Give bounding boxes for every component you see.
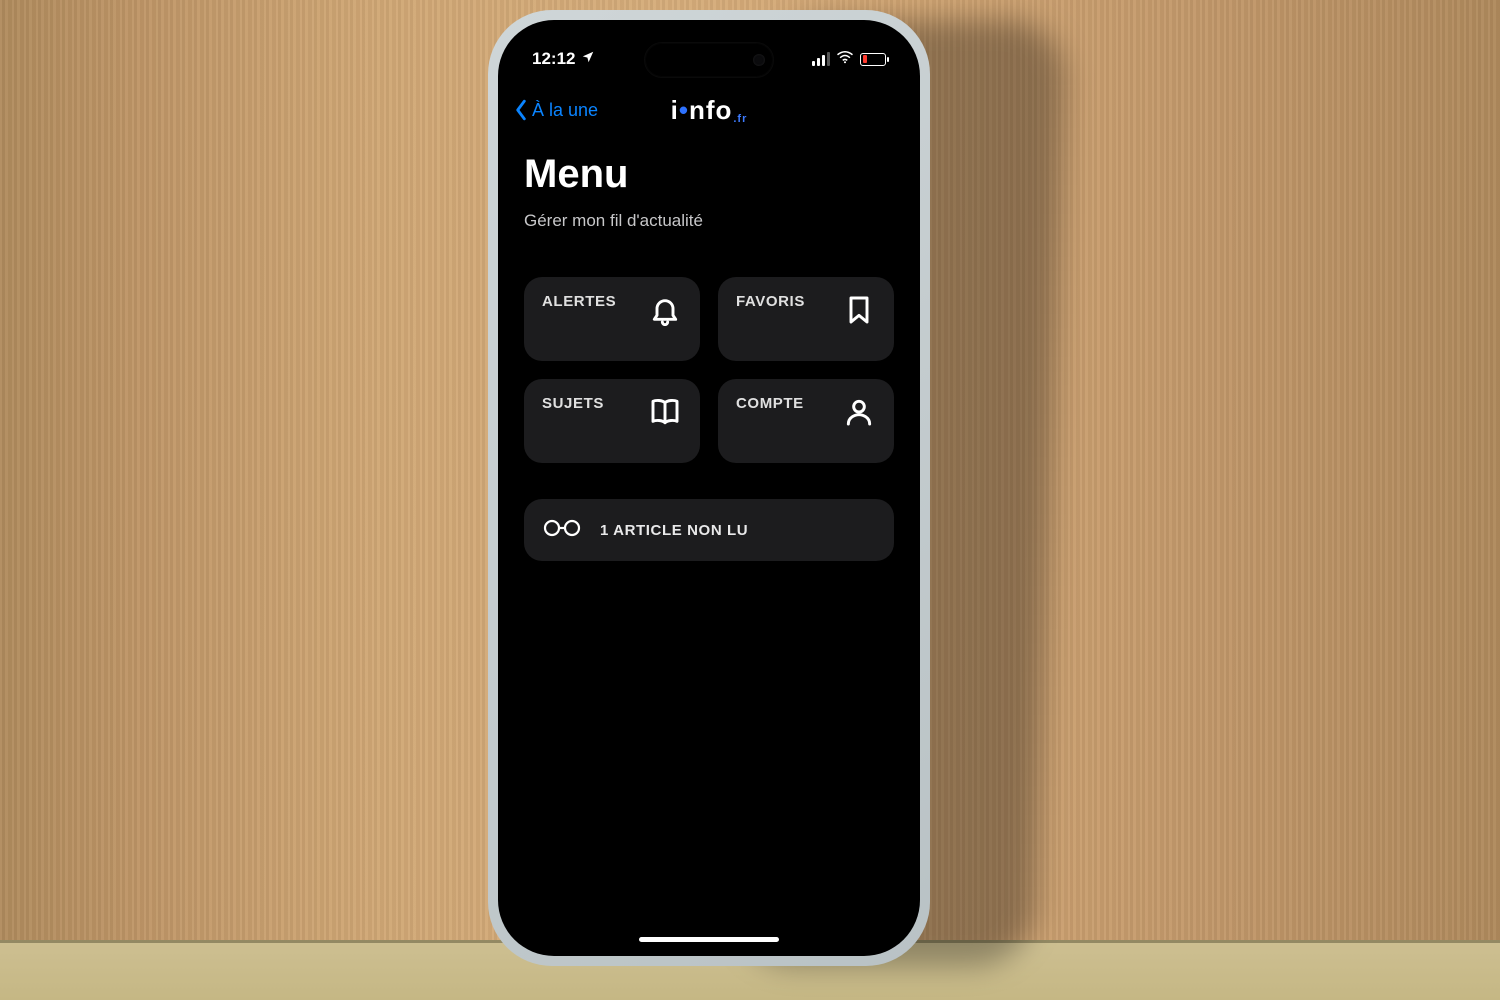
status-time: 12:12 [532,49,575,69]
battery-icon [860,53,886,66]
chevron-left-icon [514,99,528,121]
menu-grid: ALERTES FAVORIS SUJETS [524,277,894,463]
unread-button[interactable]: 1 ARTICLE NON LU [524,499,894,561]
tile-account[interactable]: COMPTE [718,379,894,463]
page-title: Menu [524,152,894,197]
phone-frame: 12:12 À la une [488,10,930,966]
tile-label: COMPTE [736,395,804,412]
wifi-icon [836,49,854,69]
back-button[interactable]: À la une [514,88,598,132]
phone-screen: 12:12 À la une [504,26,914,950]
location-icon [581,49,595,69]
book-icon [648,395,682,429]
bell-icon [648,293,682,327]
back-label: À la une [532,100,598,121]
nav-bar: À la une i•nfo.fr [504,88,914,132]
unread-label: 1 ARTICLE NON LU [600,522,748,539]
glasses-icon [542,517,582,544]
tile-label: ALERTES [542,293,616,310]
phone-bezel: 12:12 À la une [498,20,920,956]
page-subtitle: Gérer mon fil d'actualité [524,211,894,231]
tile-favorites[interactable]: FAVORIS [718,277,894,361]
tile-label: FAVORIS [736,293,805,310]
tile-subjects[interactable]: SUJETS [524,379,700,463]
tile-label: SUJETS [542,395,604,412]
tile-alerts[interactable]: ALERTES [524,277,700,361]
home-indicator[interactable] [639,937,779,942]
cellular-icon [812,52,830,66]
screen-content: Menu Gérer mon fil d'actualité ALERTES F… [504,142,914,950]
person-icon [842,395,876,429]
brand-logo: i•nfo.fr [671,95,748,126]
dynamic-island [644,42,774,78]
bookmark-icon [842,293,876,327]
